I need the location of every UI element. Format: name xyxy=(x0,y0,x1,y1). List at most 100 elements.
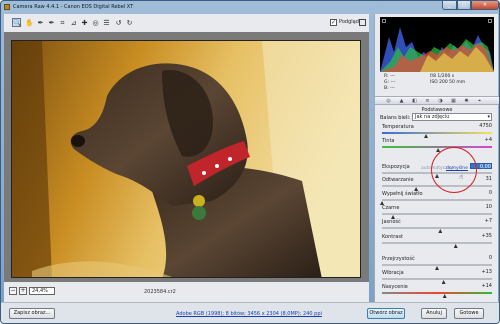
panel-tab-1[interactable]: ◎ xyxy=(385,98,392,104)
maximize-icon: □ xyxy=(461,2,467,8)
crop-icon[interactable]: ⌗ xyxy=(58,18,67,27)
slider-label: Ekspozycja xyxy=(382,164,410,170)
zoom-level-select[interactable]: 24,4% xyxy=(29,287,55,295)
slider-track[interactable] xyxy=(382,278,492,280)
slider-value-field[interactable]: +4 xyxy=(470,137,492,143)
bottom-bar: Zapisz obraz... Adobe RGB (1998); 8 bitó… xyxy=(1,302,499,323)
slider-track[interactable] xyxy=(382,213,492,215)
slider-value-field[interactable]: 10 xyxy=(470,204,492,210)
highlight-clipping-icon[interactable] xyxy=(488,19,492,23)
slider-value-field[interactable]: +7 xyxy=(470,218,492,224)
minimize-button[interactable]: _ xyxy=(442,1,457,10)
slider-label: Tinta xyxy=(382,138,395,144)
white-balance-select[interactable]: Jak na zdjęciu ▾ xyxy=(412,113,492,121)
slider-wibracja: Wibracja +13 xyxy=(380,269,494,284)
chevron-down-icon: ▾ xyxy=(487,114,490,120)
tool-bar: 🔍 ✋ ✒ ✒ ⌗ ⊿ ✚ ◎ ☰ ↺ ↻ ✓ Podgląd xyxy=(4,14,369,32)
slider-thumb[interactable] xyxy=(442,294,447,298)
slider-track[interactable] xyxy=(382,199,492,201)
slider-value-field[interactable]: +13 xyxy=(470,269,492,275)
panel-tab-8[interactable]: ⌖ xyxy=(476,98,483,104)
done-button[interactable]: Gotowe xyxy=(454,308,484,319)
panel-tab-4[interactable]: ≡ xyxy=(424,98,431,104)
slider-label: Nasycenie xyxy=(382,284,408,290)
slider-track[interactable] xyxy=(382,227,492,229)
slider-track[interactable] xyxy=(382,264,492,266)
right-panel: R: --- G: --- B: --- f/8 1/200 s ISO 200… xyxy=(374,14,499,302)
preferences-icon[interactable]: ☰ xyxy=(102,18,111,27)
preview-canvas[interactable] xyxy=(4,32,369,282)
panel-tab-5[interactable]: ◑ xyxy=(437,98,444,104)
panel-tabs: ◎ ▲ ◧ ≡ ◑ ▦ ✺ ⌖ xyxy=(375,96,499,105)
panel-tab-6[interactable]: ▦ xyxy=(450,98,457,104)
slider-value-field[interactable]: 4750 xyxy=(470,123,492,129)
zoom-out-button[interactable]: − xyxy=(9,287,17,295)
spot-removal-icon[interactable]: ✚ xyxy=(80,18,89,27)
slider-track[interactable] xyxy=(382,132,492,134)
g-label: G: xyxy=(384,80,390,85)
panel-tab-3[interactable]: ◧ xyxy=(411,98,418,104)
status-bar: − + 24,4% 2023584.cr2 xyxy=(4,282,369,302)
preview-checkbox[interactable]: ✓ xyxy=(330,19,337,26)
app-icon xyxy=(4,4,10,10)
dog-photo-image xyxy=(12,41,360,277)
shadow-clipping-icon[interactable] xyxy=(382,19,386,23)
straighten-icon[interactable]: ⊿ xyxy=(69,18,78,27)
red-eye-icon[interactable]: ◎ xyxy=(91,18,100,27)
b-value: --- xyxy=(390,86,395,91)
color-sampler-icon[interactable]: ✒ xyxy=(47,18,56,27)
slider-kontrast: Kontrast +35 xyxy=(380,233,494,248)
zoom-icon[interactable]: 🔍 xyxy=(12,18,22,27)
slider-track[interactable] xyxy=(382,242,492,244)
dog-photo xyxy=(11,40,361,278)
panel-tab-2[interactable]: ▲ xyxy=(398,98,405,104)
slider-label: Kontrast xyxy=(382,234,403,240)
panel-tab-7[interactable]: ✺ xyxy=(463,98,470,104)
slider-thumb[interactable] xyxy=(438,229,443,233)
r-value: --- xyxy=(389,74,395,79)
r-label: R: xyxy=(384,74,389,79)
workflow-options-link[interactable]: Adobe RGB (1998); 8 bitów; 3456 x 2304 (… xyxy=(176,311,322,317)
fullscreen-icon[interactable] xyxy=(359,19,366,26)
slider-tinta: Tinta +4 xyxy=(380,137,494,152)
close-button[interactable]: ✕ xyxy=(471,1,499,10)
window-title: Camera Raw 4.4.1 - Canon EOS Digital Reb… xyxy=(13,4,134,10)
maximize-button[interactable]: □ xyxy=(457,1,471,10)
slider-value-field[interactable]: 0 xyxy=(470,255,492,261)
g-value: --- xyxy=(390,80,396,85)
rotate-left-icon[interactable]: ↺ xyxy=(114,18,123,27)
white-balance-row: Balans bieli: Jak na zdjęciu ▾ xyxy=(380,113,494,122)
zoom-in-button[interactable]: + xyxy=(19,287,27,295)
slider-label: Jasność xyxy=(382,219,401,225)
slider-wypełnij-światło: Wypełnij światło 0 xyxy=(380,190,494,205)
hand-icon[interactable]: ✋ xyxy=(24,18,34,27)
minimize-icon: _ xyxy=(448,2,451,8)
slider-jasność: Jasność +7 xyxy=(380,218,494,233)
save-image-button[interactable]: Zapisz obraz... xyxy=(9,308,55,319)
slider-label: Wypełnij światło xyxy=(382,191,423,197)
file-name: 2023584.cr2 xyxy=(144,289,176,295)
slider-label: Temperatura xyxy=(382,124,414,130)
slider-nasycenie: Nasycenie +14 xyxy=(380,283,494,298)
camera-raw-window: Camera Raw 4.4.1 - Canon EOS Digital Reb… xyxy=(0,0,500,324)
slider-thumb[interactable] xyxy=(453,244,458,248)
slider-label: Wibracja xyxy=(382,270,404,276)
preview-label: Podgląd xyxy=(339,19,359,25)
iso-focal: ISO 200 50 mm xyxy=(430,80,466,85)
slider-value-field[interactable]: +35 xyxy=(470,233,492,239)
slider-value-field[interactable]: +14 xyxy=(470,283,492,289)
cancel-button[interactable]: Anuluj xyxy=(421,308,447,319)
slider-track[interactable] xyxy=(382,146,492,148)
slider-czarne: Czarne 10 xyxy=(380,204,494,219)
histogram xyxy=(380,17,494,72)
white-balance-icon[interactable]: ✒ xyxy=(36,18,45,27)
slider-value-field[interactable]: 0 xyxy=(470,190,492,196)
rotate-right-icon[interactable]: ↻ xyxy=(125,18,134,27)
exif-readout: f/8 1/200 s ISO 200 50 mm xyxy=(430,74,465,86)
open-image-button[interactable]: Otwórz obraz xyxy=(367,308,405,319)
title-bar[interactable]: Camera Raw 4.4.1 - Canon EOS Digital Reb… xyxy=(1,1,499,14)
slider-label: Czarne xyxy=(382,205,400,211)
slider-track[interactable] xyxy=(382,292,492,294)
slider-przejrzystość: Przejrzystość 0 xyxy=(380,255,494,270)
histogram-graph xyxy=(380,27,494,72)
